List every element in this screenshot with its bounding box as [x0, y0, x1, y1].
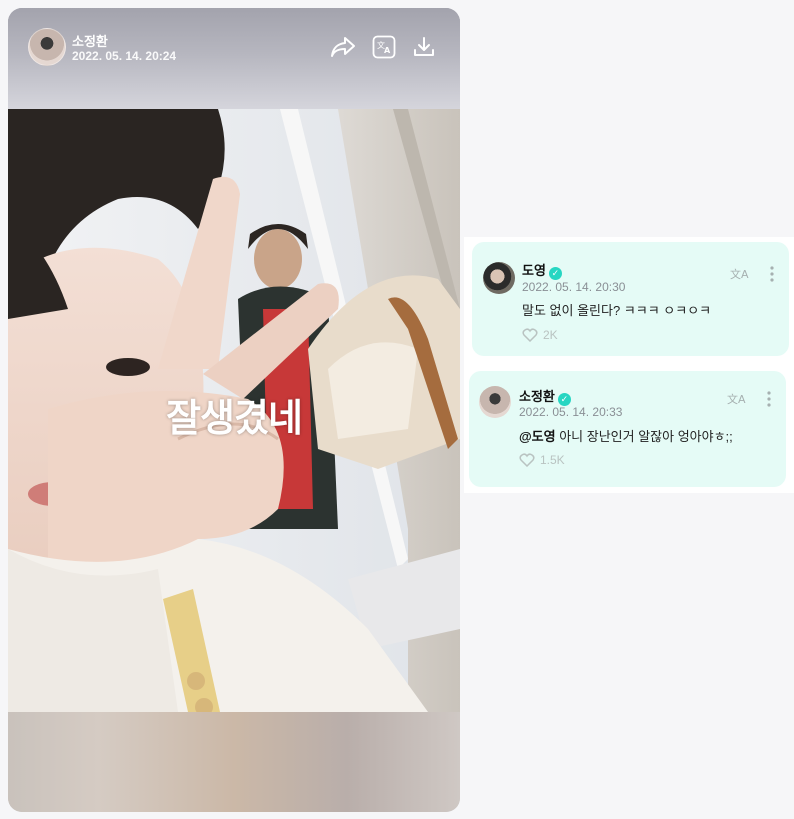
commenter-name-text: 도영 — [522, 263, 546, 278]
like-icon — [522, 328, 538, 342]
comment-text: 말도 없이 올린다? ㅋㅋㅋ ㅇㅋㅇㅋ — [522, 303, 712, 318]
comment-text: @도영 아니 장난인거 알잖아 엉아야ㅎ;; — [519, 426, 733, 445]
svg-text:A: A — [384, 46, 391, 55]
translate-icon[interactable]: 文A — [730, 266, 750, 287]
post-timestamp: 2022. 05. 14. 20:24 — [72, 49, 177, 63]
post-overlay-text: 잘생겼네 — [166, 398, 303, 440]
comment-body: 아니 장난인거 알잖아 엉아야ㅎ;; — [555, 429, 733, 444]
comment-like-count: 2K — [543, 328, 558, 342]
svg-text:文A: 文A — [727, 392, 746, 406]
comment-item: 도영 ✓ 2022. 05. 14. 20:30 말도 없이 올린다? ㅋㅋㅋ ㅇ… — [472, 242, 789, 356]
comment-like-count: 1.5K — [540, 453, 565, 467]
comment-mention[interactable]: @도영 — [519, 429, 556, 444]
verified-badge-icon: ✓ — [548, 267, 562, 280]
like-icon — [519, 453, 535, 467]
post-footer-blur — [8, 712, 460, 812]
comment-like-button[interactable]: 1.5K — [519, 453, 565, 467]
comment-item: 소정환 ✓ 2022. 05. 14. 20:33 @도영 아니 장난인거 알잖아… — [469, 371, 786, 487]
post-header: 소정환 2022. 05. 14. 20:24 文 A — [8, 8, 460, 109]
comment-timestamp: 2022. 05. 14. 20:33 — [519, 405, 623, 419]
comment-like-button[interactable]: 2K — [522, 328, 558, 342]
commenter-name-text: 소정환 — [519, 389, 555, 404]
download-icon[interactable] — [411, 34, 437, 60]
comment-timestamp: 2022. 05. 14. 20:30 — [522, 280, 626, 294]
share-icon[interactable] — [330, 34, 356, 60]
post-photo[interactable]: 잘생겼네 — [8, 109, 460, 712]
commenter-avatar[interactable] — [479, 386, 511, 418]
commenter-name[interactable]: 도영 ✓ — [522, 260, 562, 280]
author-name[interactable]: 소정환 — [72, 31, 108, 50]
translate-icon[interactable]: 文 A — [371, 34, 397, 60]
more-vertical-icon[interactable] — [767, 391, 771, 412]
more-vertical-icon[interactable] — [770, 266, 774, 287]
comments-panel: 도영 ✓ 2022. 05. 14. 20:30 말도 없이 올린다? ㅋㅋㅋ ㅇ… — [464, 237, 794, 493]
commenter-avatar[interactable] — [483, 262, 515, 294]
author-avatar[interactable] — [28, 28, 66, 66]
svg-text:文A: 文A — [730, 267, 749, 281]
translate-icon[interactable]: 文A — [727, 391, 747, 412]
commenter-name[interactable]: 소정환 ✓ — [519, 386, 571, 406]
post-card: 소정환 2022. 05. 14. 20:24 文 A 잘생겼네 — [8, 8, 460, 812]
